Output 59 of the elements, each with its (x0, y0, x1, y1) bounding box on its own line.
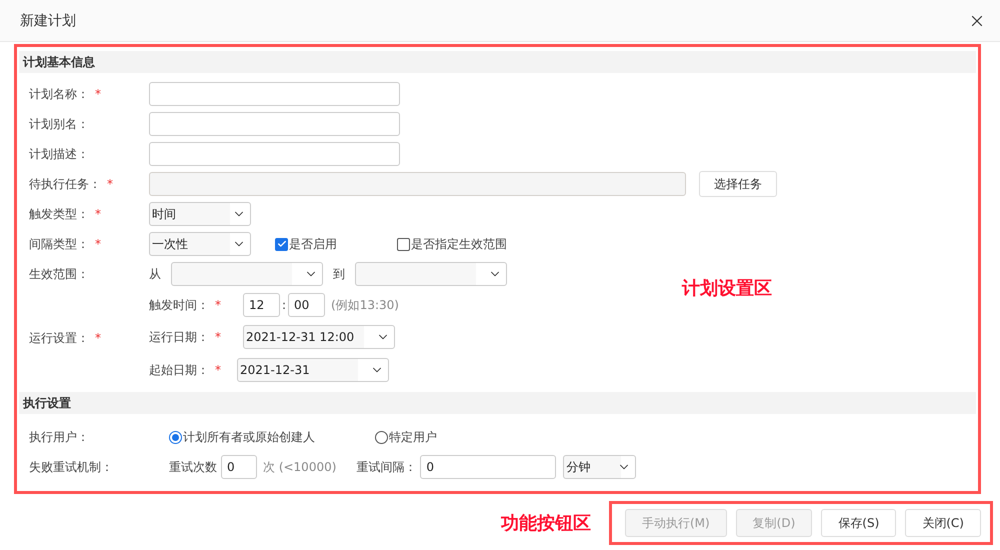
checkbox[interactable] (397, 238, 410, 250)
section-header: 执行设置 (19, 392, 976, 414)
field-label: 失败重试机制： (29, 458, 113, 476)
select-field[interactable] (171, 262, 323, 286)
hint-text: (例如13:30) (331, 296, 399, 314)
field-label: 计划描述： (29, 146, 89, 162)
field-label: 起始日期： (149, 362, 209, 378)
field-label: 运行日期： (149, 328, 209, 346)
field-label: 生效范围： (29, 266, 89, 282)
select-field[interactable]: 一次性 (149, 232, 251, 256)
window-title: 新建计划 (20, 12, 76, 30)
required-mark: * (215, 298, 221, 312)
checkbox[interactable] (275, 238, 288, 250)
minute-field[interactable]: 00 (288, 293, 326, 317)
radio-label: 特定用户 (389, 428, 437, 446)
select-field[interactable] (355, 262, 507, 286)
task-field[interactable] (149, 172, 686, 196)
text-field[interactable] (149, 82, 400, 106)
text-field[interactable] (149, 112, 400, 136)
radio-button[interactable] (169, 430, 182, 444)
to-label: 到 (333, 266, 345, 282)
field-label: 计划别名： (29, 116, 89, 132)
select-field[interactable]: 2021-12-31 (237, 358, 389, 382)
required-mark: * (95, 237, 101, 251)
section-header: 计划基本信息 (19, 51, 976, 73)
radio-label: 计划所有者或原始创建人 (183, 428, 315, 446)
retry-count-label: 重试次数 (169, 458, 217, 476)
from-label: 从 (149, 266, 161, 282)
required-mark: * (107, 177, 113, 191)
retry-interval-field[interactable]: 0 (420, 455, 556, 479)
time-separator: : (282, 298, 286, 312)
field-label: 触发时间： (149, 296, 209, 314)
action-button[interactable]: 关闭(C) (905, 509, 981, 537)
required-mark: * (95, 207, 101, 221)
select-field[interactable]: 2021-12-31 12:00 (243, 325, 395, 349)
annotation-label: 计划设置区 (682, 277, 772, 300)
required-mark: * (95, 87, 101, 101)
field-label: 执行用户： (29, 428, 89, 446)
checkbox-label: 是否启用 (289, 236, 337, 252)
required-mark: * (215, 363, 221, 377)
field-label: 运行设置： (29, 330, 89, 346)
required-mark: * (215, 330, 221, 344)
select-field[interactable]: 时间 (149, 202, 251, 226)
field-label: 待执行任务： (29, 176, 101, 192)
retry-count-field[interactable]: 0 (221, 455, 257, 479)
field-label: 计划名称： (29, 86, 89, 102)
field-label: 触发类型： (29, 206, 89, 222)
field-label: 间隔类型： (29, 236, 89, 252)
select-task-button[interactable]: 选择任务 (699, 171, 777, 197)
text-field[interactable] (149, 142, 400, 166)
action-button[interactable]: 保存(S) (821, 509, 896, 537)
annotation-label: 功能按钮区 (500, 512, 591, 535)
select-field[interactable]: 分钟 (563, 455, 636, 479)
retry-interval-label: 重试间隔： (356, 458, 416, 476)
hint-text: 次 (<10000) (263, 458, 336, 476)
hour-field[interactable]: 12 (243, 293, 280, 317)
radio-button[interactable] (375, 430, 388, 444)
checkbox-label: 是否指定生效范围 (411, 236, 507, 252)
required-mark: * (95, 331, 101, 345)
